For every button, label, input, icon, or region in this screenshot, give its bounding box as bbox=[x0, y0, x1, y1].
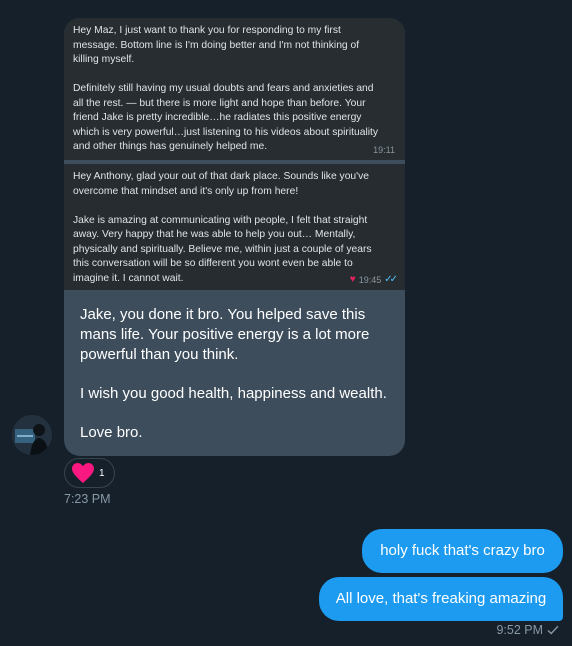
screenshot-1-paragraph-1: Hey Maz, I just want to thank you for re… bbox=[73, 25, 360, 65]
caption-line-2: I wish you good health, happiness and we… bbox=[80, 385, 387, 402]
incoming-message-group: Hey Maz, I just want to thank you for re… bbox=[0, 0, 572, 510]
message-caption: Jake, you done it bro. You helped save t… bbox=[80, 305, 400, 456]
heart-icon bbox=[72, 463, 94, 483]
screenshot-1-time: 19:11 bbox=[373, 144, 395, 155]
screenshot-2-paragraph-1: Hey Anthony, glad your out of that dark … bbox=[73, 171, 369, 197]
incoming-message-bubble[interactable]: Hey Maz, I just want to thank you for re… bbox=[64, 18, 405, 456]
reaction-badge[interactable]: 1 bbox=[64, 458, 115, 488]
screenshot-message-2: Hey Anthony, glad your out of that dark … bbox=[64, 164, 405, 290]
avatar[interactable] bbox=[12, 415, 52, 455]
screenshot-2-timestamp: ♥ 19:45 ✓✓ bbox=[349, 273, 398, 288]
screenshot-2-paragraph-2: Jake is amazing at communicating with pe… bbox=[73, 214, 372, 284]
outgoing-message[interactable]: holy fuck that's crazy bro bbox=[362, 529, 563, 573]
outgoing-time: 9:52 PM bbox=[496, 623, 543, 637]
reaction-count: 1 bbox=[99, 467, 105, 479]
heart-icon: ♥ bbox=[349, 273, 356, 285]
screenshot-1-timestamp: 19:11 bbox=[373, 143, 395, 158]
screenshot-1-paragraph-2: Definitely still having my usual doubts … bbox=[73, 83, 379, 152]
double-check-icon: ✓✓ bbox=[384, 273, 398, 285]
outgoing-message[interactable]: All love, that's freaking amazing bbox=[319, 577, 563, 621]
outgoing-timestamp: 9:52 PM bbox=[496, 623, 559, 637]
caption-line-3: Love bro. bbox=[80, 424, 143, 441]
caption-line-1: Jake, you done it bro. You helped save t… bbox=[80, 306, 370, 363]
check-icon bbox=[547, 625, 559, 635]
avatar-image bbox=[12, 415, 52, 455]
incoming-timestamp: 7:23 PM bbox=[64, 492, 111, 506]
screenshot-message-1: Hey Maz, I just want to thank you for re… bbox=[64, 18, 405, 160]
screenshot-2-time: 19:45 bbox=[358, 274, 382, 285]
